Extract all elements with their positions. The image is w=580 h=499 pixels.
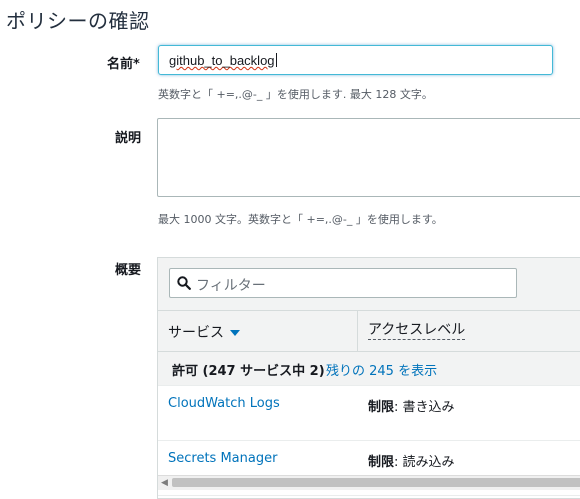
- table-header: サービス アクセスレベル: [158, 310, 580, 353]
- group-row-allow: 許可 (247 サービス中 2) 残りの 245 を表示: [158, 352, 580, 386]
- show-remaining-link[interactable]: 残りの 245 を表示: [326, 360, 437, 379]
- service-link[interactable]: Secrets Manager: [168, 451, 277, 466]
- page-title: ポリシーの確認: [6, 9, 150, 33]
- service-link[interactable]: CloudWatch Logs: [168, 396, 280, 411]
- table-row: CloudWatch Logs 制限: 書き込み: [158, 386, 580, 441]
- filter-bar: フィルター: [158, 258, 580, 310]
- scroll-left-arrow-icon[interactable]: ◀: [161, 478, 168, 488]
- description-label: 説明: [115, 131, 142, 146]
- policy-name-value: github_to_backlog: [169, 53, 275, 68]
- access-level-cell: 制限: 書き込み: [368, 396, 455, 415]
- description-textarea[interactable]: [157, 118, 580, 197]
- name-label: 名前*: [107, 57, 140, 72]
- policy-name-input[interactable]: github_to_backlog: [158, 45, 553, 75]
- access-level-value: : 読み込み: [394, 455, 455, 470]
- filter-input[interactable]: フィルター: [169, 268, 517, 298]
- column-divider[interactable]: [357, 311, 358, 353]
- column-header-service[interactable]: サービス: [168, 322, 240, 342]
- name-hint: 英数字と「 +=,.@-_ 」を使用します. 最大 128 文字。: [158, 88, 433, 101]
- filter-placeholder: フィルター: [196, 278, 266, 294]
- access-level-cell: 制限: 読み込み: [368, 451, 455, 470]
- scrollbar-thumb[interactable]: [172, 478, 580, 487]
- search-icon: [177, 276, 191, 290]
- column-header-access-level[interactable]: アクセスレベル: [368, 322, 466, 340]
- access-level-prefix: 制限: [368, 400, 395, 415]
- summary-panel: フィルター サービス アクセスレベル 許可 (247 サービス中 2) 残りの …: [157, 257, 580, 499]
- description-hint: 最大 1000 文字。英数字と「 +=,.@-_ 」を使用します。: [158, 213, 443, 226]
- text-caret: [275, 53, 277, 67]
- column-header-service-label: サービス: [168, 325, 224, 341]
- access-level-value: : 書き込み: [394, 400, 455, 415]
- caret-down-icon: [230, 330, 240, 336]
- summary-label: 概要: [115, 263, 142, 278]
- access-level-prefix: 制限: [368, 455, 395, 470]
- group-label: 許可 (247 サービス中 2): [172, 364, 325, 379]
